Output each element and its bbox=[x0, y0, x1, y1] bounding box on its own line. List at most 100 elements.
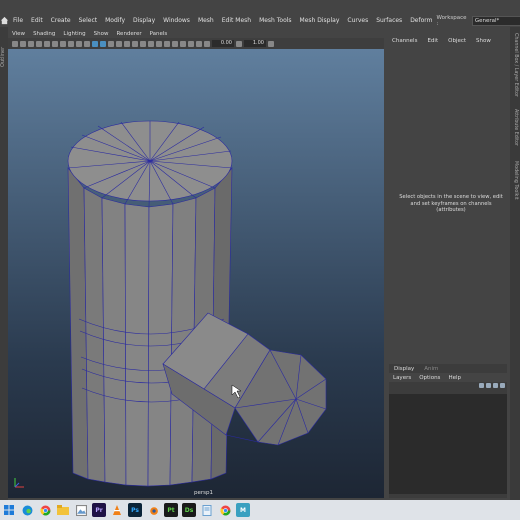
xray-icon[interactable] bbox=[180, 40, 186, 47]
viewport-menu-lighting[interactable]: Lighting bbox=[59, 31, 89, 37]
viewport-menu-view[interactable]: View bbox=[8, 31, 29, 37]
maya-icon[interactable]: M bbox=[236, 503, 250, 517]
menu-display[interactable]: Display bbox=[129, 17, 159, 24]
menu-mesh[interactable]: Mesh bbox=[194, 17, 218, 24]
notepad-icon[interactable] bbox=[200, 503, 214, 517]
layer-menu-options[interactable]: Options bbox=[415, 375, 444, 381]
layer-tab-anim[interactable]: Anim bbox=[419, 366, 443, 372]
field-chart-icon[interactable] bbox=[76, 40, 82, 47]
lights-icon[interactable] bbox=[124, 40, 130, 47]
depth-of-field-icon[interactable] bbox=[164, 40, 170, 47]
channel-box-empty-message: Select objects in the scene to view, edi… bbox=[399, 194, 503, 213]
photoshop-icon[interactable]: Ps bbox=[128, 503, 142, 517]
isolate-select-icon[interactable] bbox=[172, 40, 178, 47]
layer-editor: Display Anim Layers Options Help bbox=[389, 364, 507, 498]
viewport-menu-panels[interactable]: Panels bbox=[146, 31, 172, 37]
channel-box-menu-channels[interactable]: Channels bbox=[387, 38, 422, 44]
pt-icon[interactable]: Pt bbox=[164, 503, 178, 517]
menu-select[interactable]: Select bbox=[75, 17, 102, 24]
ambient-occlusion-icon[interactable] bbox=[140, 40, 146, 47]
image-plane-icon[interactable] bbox=[36, 40, 42, 47]
shadows-icon[interactable] bbox=[132, 40, 138, 47]
menu-curves[interactable]: Curves bbox=[343, 17, 372, 24]
new-empty-layer-icon[interactable] bbox=[493, 383, 498, 388]
channel-box-panel: Channels Edit Object Show Select objects… bbox=[387, 27, 510, 500]
blender-icon[interactable] bbox=[146, 503, 160, 517]
workspace-selector: Workspace : General* bbox=[437, 15, 520, 27]
new-layer-from-selection-icon[interactable] bbox=[500, 383, 505, 388]
workspace-dropdown[interactable]: General* bbox=[471, 15, 520, 26]
layer-tab-display[interactable]: Display bbox=[389, 366, 419, 372]
color-management-icon[interactable] bbox=[268, 40, 274, 47]
edge-icon[interactable] bbox=[20, 503, 34, 517]
chrome-icon[interactable] bbox=[218, 503, 232, 517]
gamma-field[interactable]: 1.00 bbox=[244, 40, 266, 47]
ds-icon[interactable]: Ds bbox=[182, 503, 196, 517]
viewport-menu-shading[interactable]: Shading bbox=[29, 31, 59, 37]
windows-taskbar: Pr Ps Pt Ds M bbox=[0, 500, 520, 520]
xray-joints-icon[interactable] bbox=[188, 40, 194, 47]
outliner-strip-label: Outliner bbox=[0, 46, 6, 67]
channel-box-menu-edit[interactable]: Edit bbox=[422, 38, 443, 44]
chrome-icon[interactable] bbox=[38, 503, 52, 517]
layer-list[interactable] bbox=[389, 394, 507, 494]
xray-components-icon[interactable] bbox=[196, 40, 202, 47]
layer-menu-layers[interactable]: Layers bbox=[389, 375, 415, 381]
safe-action-icon[interactable] bbox=[84, 40, 90, 47]
layer-menu-help[interactable]: Help bbox=[444, 375, 465, 381]
menu-surfaces[interactable]: Surfaces bbox=[372, 17, 406, 24]
menu-deform[interactable]: Deform bbox=[406, 17, 436, 24]
motion-blur-icon[interactable] bbox=[148, 40, 154, 47]
layer-tools bbox=[479, 383, 505, 388]
channel-box-menu-object[interactable]: Object bbox=[443, 38, 471, 44]
gate-mask-icon[interactable] bbox=[68, 40, 74, 47]
wireframe-on-shaded-icon[interactable] bbox=[108, 40, 114, 47]
polygon-model bbox=[67, 120, 327, 487]
menu-windows[interactable]: Windows bbox=[159, 17, 194, 24]
menu-mesh-display[interactable]: Mesh Display bbox=[296, 17, 344, 24]
photos-icon[interactable] bbox=[74, 503, 88, 517]
camera-label: persp1 bbox=[194, 490, 213, 496]
resolution-gate-icon[interactable] bbox=[60, 40, 66, 47]
film-gate-icon[interactable] bbox=[52, 40, 58, 47]
viewport-toolbar: 0.00 1.00 bbox=[8, 38, 384, 49]
viewport-menu-renderer[interactable]: Renderer bbox=[112, 31, 145, 37]
view-axis-indicator bbox=[12, 476, 26, 492]
side-tab-attribute-editor[interactable]: Attribute Editor bbox=[513, 109, 518, 146]
exposure-icon[interactable] bbox=[204, 40, 210, 47]
wireframe-icon[interactable] bbox=[92, 40, 98, 47]
side-tab-modeling-toolkit[interactable]: Modeling Toolkit bbox=[513, 161, 518, 200]
menu-file[interactable]: File bbox=[9, 17, 27, 24]
side-tab-channel-box[interactable]: Channel Box / Layer Editor bbox=[513, 33, 518, 97]
exposure-field[interactable]: 0.00 bbox=[212, 40, 234, 47]
menu-modify[interactable]: Modify bbox=[101, 17, 129, 24]
camera-attributes-icon[interactable] bbox=[20, 40, 26, 47]
outliner-strip[interactable]: Outliner bbox=[0, 27, 8, 500]
viewport-menu-show[interactable]: Show bbox=[90, 31, 113, 37]
home-icon[interactable] bbox=[0, 14, 9, 27]
premiere-icon[interactable]: Pr bbox=[92, 503, 106, 517]
viewport-panel-menu: View Shading Lighting Show Renderer Pane… bbox=[8, 29, 384, 38]
anti-aliasing-icon[interactable] bbox=[156, 40, 162, 47]
vlc-icon[interactable] bbox=[110, 503, 124, 517]
menu-edit-mesh[interactable]: Edit Mesh bbox=[218, 17, 255, 24]
menu-mesh-tools[interactable]: Mesh Tools bbox=[255, 17, 295, 24]
smooth-shade-icon[interactable] bbox=[100, 40, 106, 47]
select-camera-icon[interactable] bbox=[12, 40, 18, 47]
channel-box-menu-show[interactable]: Show bbox=[471, 38, 496, 44]
menu-edit[interactable]: Edit bbox=[27, 17, 47, 24]
grid-icon[interactable] bbox=[44, 40, 50, 47]
bookmark-icon[interactable] bbox=[28, 40, 34, 47]
channel-box-menu: Channels Edit Object Show bbox=[387, 38, 510, 44]
side-tab-strip: Channel Box / Layer Editor Attribute Edi… bbox=[510, 27, 520, 500]
menu-create[interactable]: Create bbox=[47, 17, 75, 24]
3d-viewport[interactable]: persp1 bbox=[8, 49, 384, 498]
windows-start-icon[interactable] bbox=[2, 503, 16, 517]
gamma-icon[interactable] bbox=[236, 40, 242, 47]
explorer-icon[interactable] bbox=[56, 503, 70, 517]
main-menubar: File Edit Create Select Modify Display W… bbox=[0, 14, 520, 27]
textured-icon[interactable] bbox=[116, 40, 122, 47]
workspace-label: Workspace : bbox=[436, 14, 467, 27]
move-layer-down-icon[interactable] bbox=[486, 383, 491, 388]
move-layer-up-icon[interactable] bbox=[479, 383, 484, 388]
